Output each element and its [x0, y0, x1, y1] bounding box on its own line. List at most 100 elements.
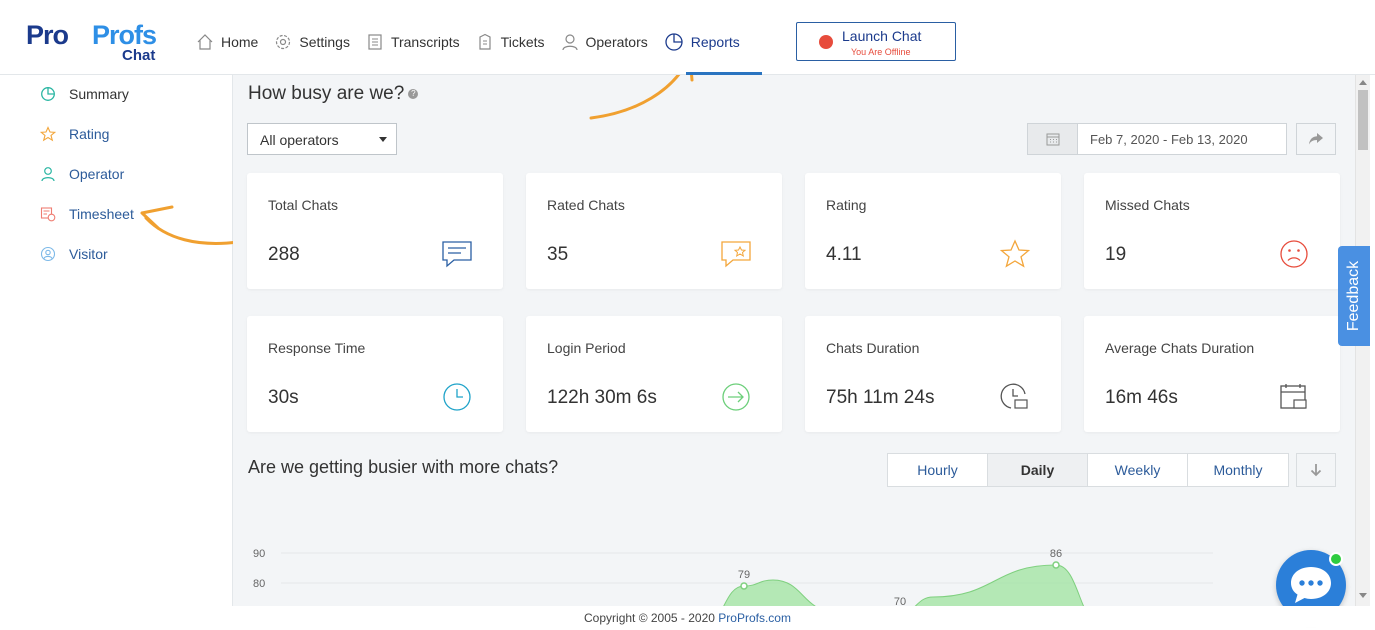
nav-home[interactable]: Home	[196, 28, 258, 56]
stat-card-rating: Rating 4.11	[805, 173, 1061, 289]
card-value: 35	[547, 244, 569, 265]
granularity-monthly[interactable]: Monthly	[1188, 454, 1288, 486]
nav-settings-label: Settings	[299, 34, 350, 50]
date-range-value: Feb 7, 2020 - Feb 13, 2020	[1090, 132, 1248, 147]
logo-part-1: Pro	[26, 20, 69, 50]
card-title: Average Chats Duration	[1105, 340, 1255, 356]
stat-card-response-time: Response Time 30s	[247, 316, 503, 432]
card-value: 4.11	[826, 244, 862, 265]
sidebar-item-timesheet[interactable]: Timesheet	[40, 202, 134, 226]
card-title: Chats Duration	[826, 340, 920, 356]
stat-card-login-period: Login Period 122h 30m 6s	[526, 316, 782, 432]
card-value: 16m 46s	[1105, 387, 1178, 408]
footer-text: Copyright © 2005 - 2020	[584, 611, 719, 625]
sidebar-item-rating[interactable]: Rating	[40, 122, 109, 146]
granularity-weekly[interactable]: Weekly	[1088, 454, 1188, 486]
arrow-down-icon	[1310, 464, 1322, 477]
offline-status-dot	[819, 35, 833, 49]
reports-main: How busy are we?? All operators Feb 7, 2…	[233, 75, 1355, 606]
offline-status-text: You Are Offline	[851, 47, 911, 57]
y-tick-label: 90	[253, 548, 265, 560]
reports-sidebar: Summary Rating Operator Timesheet Visito…	[0, 75, 240, 606]
footer: Copyright © 2005 - 2020 ProProfs.com	[0, 606, 1375, 627]
granularity-toggle: Hourly Daily Weekly Monthly	[887, 453, 1289, 487]
sidebar-item-operator[interactable]: Operator	[40, 162, 124, 186]
star-icon	[40, 126, 56, 142]
sad-face-icon	[1280, 240, 1308, 268]
operator-filter-value: All operators	[260, 132, 339, 148]
card-title: Login Period	[547, 340, 626, 356]
visitor-icon	[40, 246, 56, 262]
download-button[interactable]	[1296, 453, 1336, 487]
help-icon[interactable]: ?	[408, 88, 419, 99]
gear-icon	[276, 34, 291, 50]
chart-point[interactable]	[740, 582, 748, 590]
logo-sub: Chat	[122, 47, 156, 64]
document-icon	[368, 34, 382, 50]
stat-card-total-chats: Total Chats 288	[247, 173, 503, 289]
proprofs-chat-logo[interactable]: Pro Profs Chat	[26, 20, 161, 64]
user-icon	[41, 167, 55, 182]
nav-transcripts-label: Transcripts	[390, 34, 460, 50]
sidebar-item-label: Rating	[69, 126, 110, 142]
scroll-down-icon[interactable]	[1359, 593, 1367, 599]
granularity-hourly[interactable]: Hourly	[888, 454, 988, 486]
card-title: Rated Chats	[547, 197, 625, 213]
sidebar-item-label: Summary	[69, 86, 129, 102]
date-range-picker[interactable]: Feb 7, 2020 - Feb 13, 2020	[1027, 123, 1287, 155]
y-tick-label: 80	[253, 578, 265, 590]
granularity-daily[interactable]: Daily	[988, 454, 1088, 486]
card-title: Response Time	[268, 340, 366, 356]
stat-card-missed-chats: Missed Chats 19	[1084, 173, 1340, 289]
chart-data-label: 86	[1050, 548, 1062, 560]
stat-card-chats-duration: Chats Duration 75h 11m 24s	[805, 316, 1061, 432]
nav-reports-label: Reports	[690, 34, 740, 50]
nav-settings[interactable]: Settings	[274, 28, 350, 56]
operator-filter-select[interactable]: All operators	[247, 123, 397, 155]
scroll-up-icon[interactable]	[1359, 79, 1367, 85]
calendar-icon[interactable]	[1028, 124, 1078, 154]
rated-chat-icon	[721, 241, 751, 268]
chat-icon	[442, 241, 472, 268]
chart-data-label: 70	[894, 596, 906, 606]
nav-home-label: Home	[221, 34, 259, 50]
ticket-icon	[479, 33, 491, 50]
chat-bubble-icon	[1291, 567, 1331, 603]
card-title: Total Chats	[268, 197, 339, 213]
nav-tickets-label: Tickets	[500, 34, 545, 50]
card-title: Rating	[826, 197, 867, 213]
timesheet-icon	[40, 207, 56, 222]
nav-transcripts[interactable]: Transcripts	[366, 28, 460, 56]
chart-data-label: 79	[738, 569, 750, 581]
nav-operators[interactable]: Operators	[561, 28, 648, 56]
user-icon	[561, 34, 578, 51]
page-title-text: How busy are we?	[248, 83, 405, 104]
sidebar-item-visitor[interactable]: Visitor	[40, 242, 108, 266]
card-value: 288	[268, 244, 300, 265]
scrollbar-thumb[interactable]	[1358, 90, 1368, 150]
launch-chat-button[interactable]: Launch Chat You Are Offline	[796, 22, 956, 61]
pie-chart-icon	[41, 87, 55, 101]
annotation-arrow-reports	[589, 75, 694, 120]
feedback-label: Feedback	[1345, 260, 1362, 332]
share-arrow-icon	[1309, 133, 1323, 145]
section-title-busier: Are we getting busier with more chats?	[248, 457, 559, 477]
nav-operators-label: Operators	[585, 34, 648, 50]
sidebar-item-label: Visitor	[69, 246, 108, 262]
feedback-tab[interactable]: Feedback	[1338, 246, 1370, 346]
chats-area-chart: 90 80 79 70 86	[253, 548, 1213, 606]
card-title: Missed Chats	[1105, 197, 1190, 213]
star-icon	[999, 239, 1031, 268]
chart-point[interactable]	[1052, 561, 1060, 569]
pie-chart-icon	[665, 33, 683, 51]
launch-chat-label: Launch Chat	[842, 28, 922, 44]
nav-tickets[interactable]: Tickets	[476, 28, 545, 56]
share-button[interactable]	[1296, 123, 1336, 155]
page-title: How busy are we??	[248, 83, 419, 105]
calendar-chat-icon	[1280, 384, 1307, 409]
stat-card-rated-chats: Rated Chats 35	[526, 173, 782, 289]
footer-link[interactable]: ProProfs.com	[718, 611, 791, 625]
nav-reports[interactable]: Reports	[664, 28, 740, 56]
card-value: 122h 30m 6s	[547, 387, 657, 408]
sidebar-item-summary[interactable]: Summary	[40, 82, 129, 106]
